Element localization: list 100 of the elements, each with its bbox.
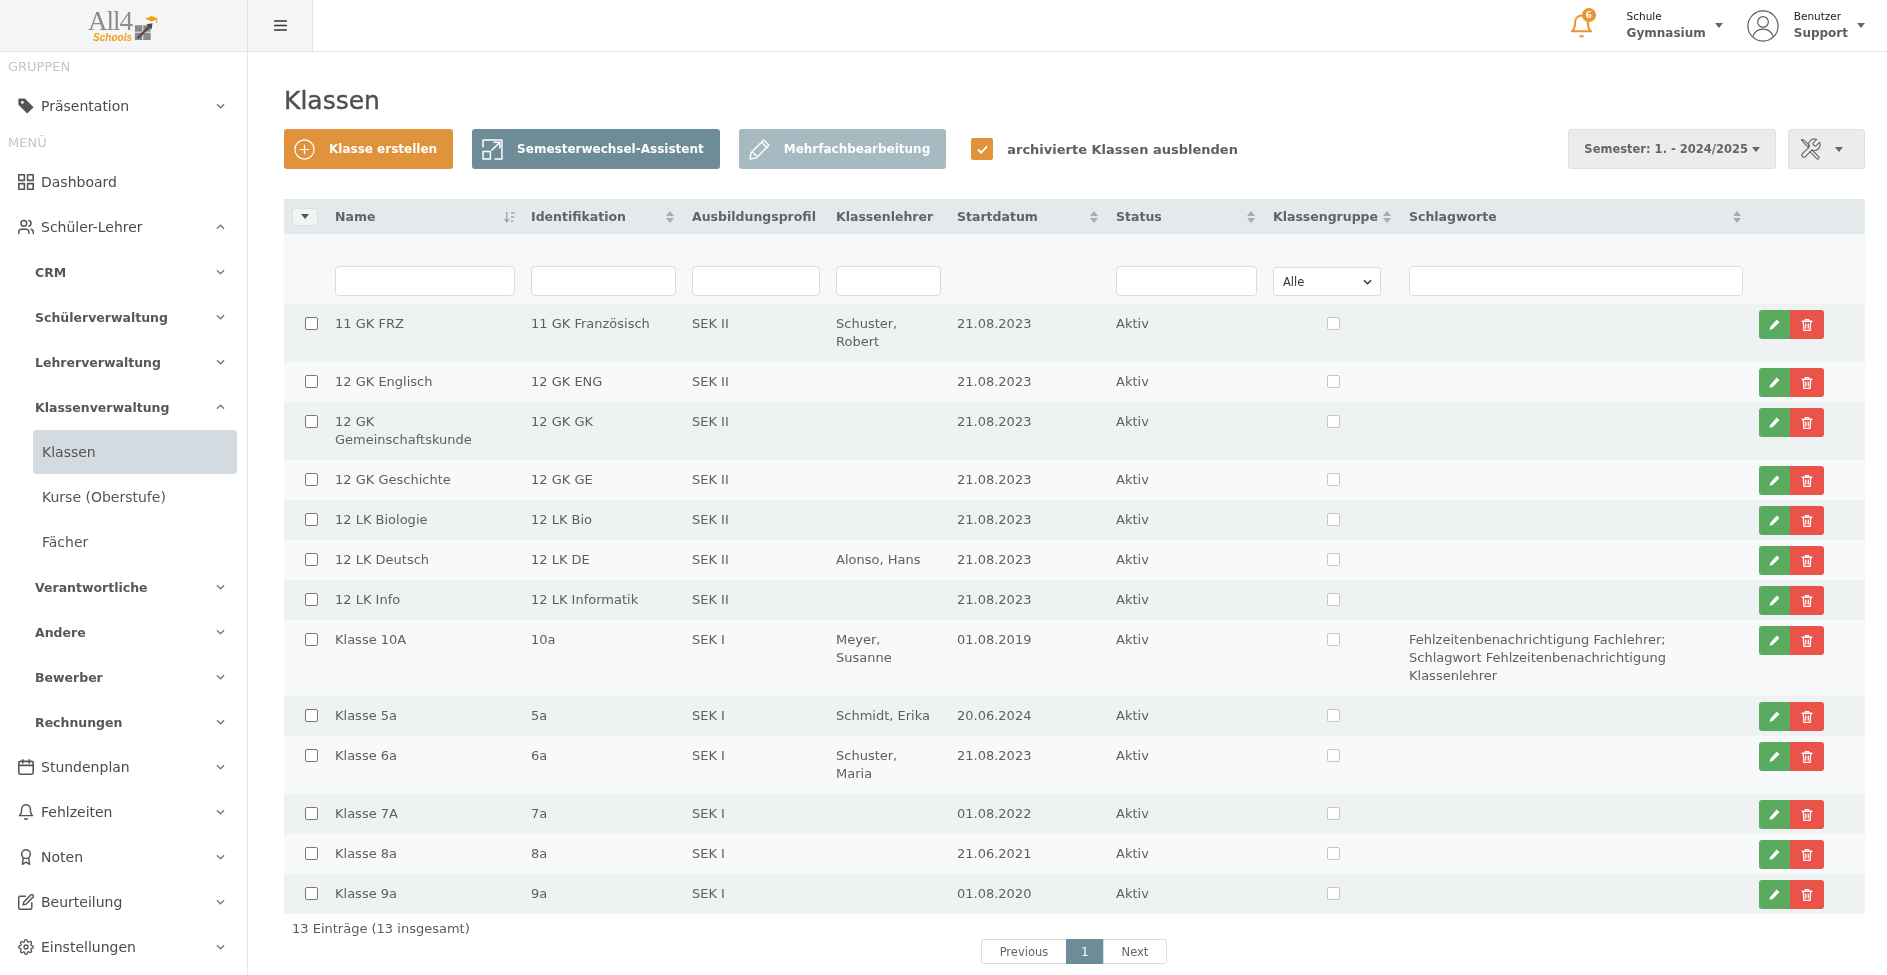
- class-group-checkbox[interactable]: [1326, 709, 1340, 722]
- delete-button[interactable]: [1790, 408, 1824, 437]
- class-group-checkbox[interactable]: [1326, 473, 1340, 486]
- class-group-checkbox[interactable]: [1326, 593, 1340, 606]
- sidebar-item[interactable]: Fächer: [33, 520, 237, 564]
- row-checkbox[interactable]: [305, 887, 318, 900]
- delete-button[interactable]: [1790, 626, 1824, 655]
- bulk-select-dropdown-button[interactable]: [292, 207, 318, 226]
- class-group-checkbox[interactable]: [1326, 807, 1340, 820]
- sidebar-item[interactable]: Stundenplan: [8, 745, 237, 789]
- class-group-checkbox[interactable]: [1326, 415, 1340, 428]
- sidebar-item[interactable]: Präsentation: [8, 84, 237, 128]
- row-checkbox[interactable]: [305, 807, 318, 820]
- delete-button[interactable]: [1790, 368, 1824, 397]
- column-header[interactable]: Name: [327, 199, 523, 234]
- class-group-checkbox[interactable]: [1326, 317, 1340, 330]
- row-checkbox[interactable]: [305, 749, 318, 762]
- delete-button[interactable]: [1790, 586, 1824, 615]
- sidebar-item[interactable]: Fehlzeiten: [8, 790, 237, 834]
- delete-button[interactable]: [1790, 506, 1824, 535]
- sidebar-item[interactable]: Lehrerverwaltung: [25, 340, 237, 384]
- delete-button[interactable]: [1790, 880, 1824, 909]
- filter-field[interactable]: [335, 266, 515, 296]
- user-menu[interactable]: Benutzer Support: [1746, 8, 1865, 43]
- delete-button[interactable]: [1790, 742, 1824, 771]
- row-checkbox[interactable]: [305, 375, 318, 388]
- archive-checkbox[interactable]: [971, 138, 994, 160]
- start-date: 01.08.2022: [957, 806, 1032, 821]
- edit-button[interactable]: [1759, 880, 1790, 909]
- column-header[interactable]: Identifikation: [523, 199, 684, 234]
- filter-field[interactable]: [531, 266, 676, 296]
- sidebar-item[interactable]: Kurse (Oberstufe): [33, 475, 237, 519]
- edit-button[interactable]: [1759, 408, 1790, 437]
- semester-dropdown[interactable]: Semester: 1. - 2024/2025: [1568, 129, 1776, 169]
- row-checkbox[interactable]: [305, 513, 318, 526]
- sidebar-item[interactable]: Bewerber: [25, 655, 237, 699]
- sidebar-item[interactable]: Einstellungen: [8, 925, 237, 969]
- sidebar-item[interactable]: Klassenverwaltung: [25, 385, 237, 429]
- column-header[interactable]: Schlagworte: [1401, 199, 1751, 234]
- sidebar-item[interactable]: Schülerverwaltung: [25, 295, 237, 339]
- tools-icon: [1800, 138, 1822, 160]
- row-checkbox[interactable]: [305, 709, 318, 722]
- delete-button[interactable]: [1790, 840, 1824, 869]
- sidebar-item[interactable]: Noten: [8, 835, 237, 879]
- class-group-checkbox[interactable]: [1326, 749, 1340, 762]
- class-group-checkbox[interactable]: [1326, 887, 1340, 900]
- semester-wizard-button[interactable]: Semesterwechsel-Assistent: [472, 129, 720, 169]
- filter-field[interactable]: [1409, 266, 1743, 296]
- pagination-button[interactable]: Next: [1102, 939, 1168, 964]
- row-checkbox[interactable]: [305, 847, 318, 860]
- row-checkbox[interactable]: [305, 317, 318, 330]
- pagination-button[interactable]: 1: [1066, 939, 1104, 964]
- row-checkbox[interactable]: [305, 633, 318, 646]
- medal-icon: [18, 849, 34, 865]
- sidebar-item[interactable]: Andere: [25, 610, 237, 654]
- delete-button[interactable]: [1790, 800, 1824, 829]
- edit-button[interactable]: [1759, 626, 1790, 655]
- column-header[interactable]: Status: [1108, 199, 1265, 234]
- row-checkbox[interactable]: [305, 553, 318, 566]
- filter-field[interactable]: [1116, 266, 1257, 296]
- class-group-checkbox[interactable]: [1326, 633, 1340, 646]
- class-code: 10a: [531, 632, 556, 647]
- class-group-checkbox[interactable]: [1326, 847, 1340, 860]
- school-dropdown[interactable]: Schule Gymnasium: [1626, 8, 1723, 43]
- trash-icon: [1801, 318, 1813, 331]
- edit-button[interactable]: [1759, 702, 1790, 731]
- class-group-checkbox[interactable]: [1326, 375, 1340, 388]
- sidebar-item[interactable]: Klassen: [33, 430, 237, 474]
- edit-button[interactable]: [1759, 742, 1790, 771]
- edit-button[interactable]: [1759, 368, 1790, 397]
- delete-button[interactable]: [1790, 310, 1824, 339]
- edit-button[interactable]: [1759, 310, 1790, 339]
- delete-button[interactable]: [1790, 466, 1824, 495]
- sidebar-item[interactable]: Rechnungen: [25, 700, 237, 744]
- sidebar-item[interactable]: CRM: [25, 250, 237, 294]
- tools-dropdown-button[interactable]: [1788, 129, 1865, 169]
- delete-button[interactable]: [1790, 546, 1824, 575]
- menu-button[interactable]: [248, 0, 313, 51]
- filter-field[interactable]: [692, 266, 820, 296]
- column-header[interactable]: Klassengruppe: [1265, 199, 1401, 234]
- sidebar-item[interactable]: Schüler-Lehrer: [8, 205, 237, 249]
- edit-button[interactable]: [1759, 586, 1790, 615]
- class-group-checkbox[interactable]: [1326, 513, 1340, 526]
- row-checkbox[interactable]: [305, 593, 318, 606]
- class-group-checkbox[interactable]: [1326, 553, 1340, 566]
- filter-field[interactable]: [836, 266, 941, 296]
- row-checkbox[interactable]: [305, 473, 318, 486]
- edit-button[interactable]: [1759, 506, 1790, 535]
- sidebar-item[interactable]: Beurteilung: [8, 880, 237, 924]
- edit-button[interactable]: [1759, 546, 1790, 575]
- filter-select[interactable]: Alle: [1273, 267, 1381, 296]
- edit-button[interactable]: [1759, 840, 1790, 869]
- pagination-button[interactable]: Previous: [980, 939, 1068, 964]
- delete-button[interactable]: [1790, 702, 1824, 731]
- column-header[interactable]: Startdatum: [949, 199, 1108, 234]
- edit-button[interactable]: [1759, 466, 1790, 495]
- edit-button[interactable]: [1759, 800, 1790, 829]
- sidebar-item[interactable]: Dashboard: [8, 160, 237, 204]
- sidebar-item[interactable]: Verantwortliche: [25, 565, 237, 609]
- row-checkbox[interactable]: [305, 415, 318, 428]
